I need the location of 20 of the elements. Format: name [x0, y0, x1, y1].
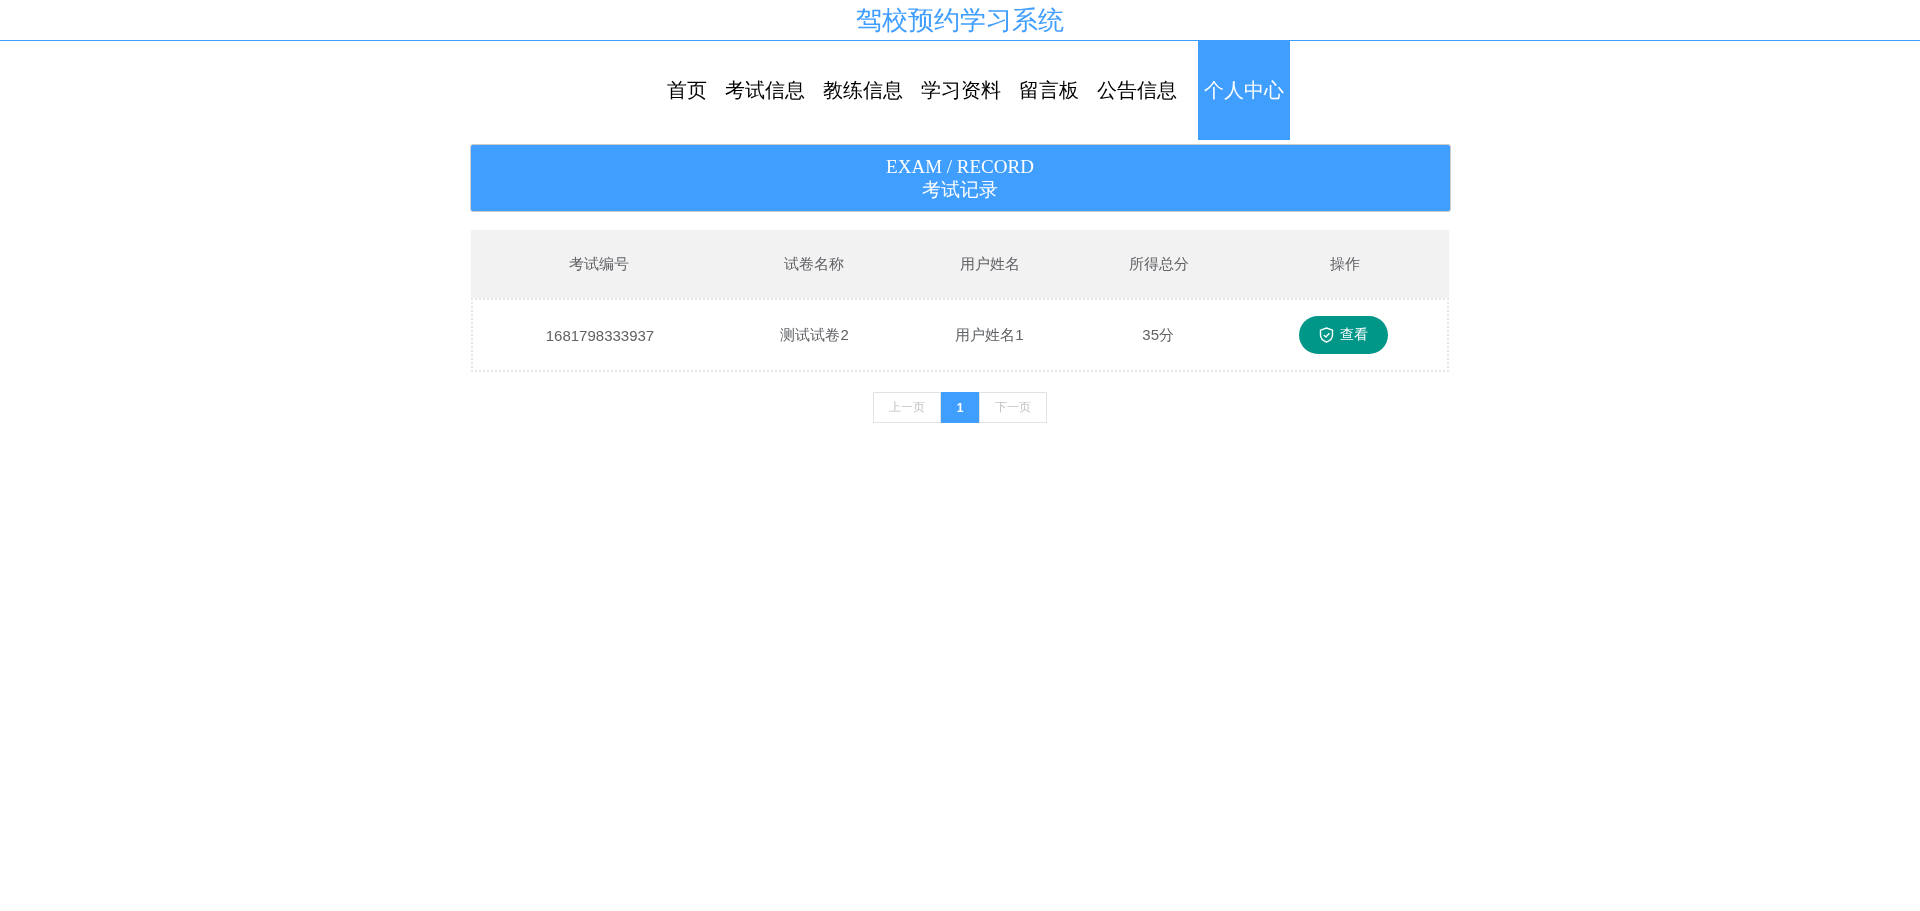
nav-item[interactable]: 留言板	[1012, 41, 1085, 140]
banner-subtitle: EXAM / RECORD	[886, 155, 1034, 178]
nav-item[interactable]: 考试信息	[718, 41, 811, 140]
nav-item[interactable]: 学习资料	[914, 41, 1007, 140]
table-cell-text: 35分	[1141, 325, 1175, 345]
shield-check-icon	[1318, 327, 1334, 343]
column-header: 操作	[1329, 254, 1361, 274]
view-button[interactable]: 查看	[1298, 316, 1388, 354]
table-cell-text: 1681798333937	[544, 326, 656, 344]
table-cell-text: 用户姓名1	[954, 325, 1025, 345]
column-header: 考试编号	[567, 254, 630, 274]
column-header: 试卷名称	[783, 254, 845, 274]
site-title: 驾校预约学习系统	[856, 3, 1064, 37]
nav-item[interactable]: 公告信息	[1090, 41, 1183, 140]
column-header: 所得总分	[1128, 254, 1190, 274]
banner-title: 考试记录	[922, 177, 998, 201]
column-header: 用户姓名	[958, 254, 1021, 274]
table-cell-text: 测试试卷2	[779, 325, 850, 345]
nav-item[interactable]: 首页	[660, 41, 713, 140]
nav-item[interactable]: 教练信息	[816, 41, 909, 140]
